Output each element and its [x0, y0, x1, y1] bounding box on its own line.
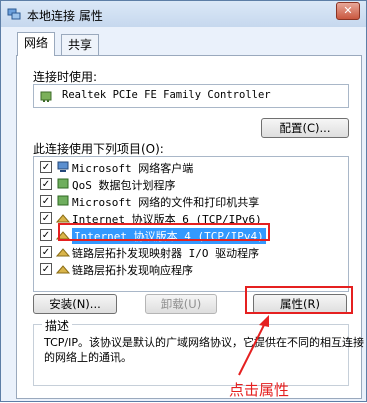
click-properties-annotation: 点击属性	[229, 381, 290, 399]
annotation-arrow	[238, 315, 269, 376]
tab-network[interactable]: 网络	[17, 32, 56, 56]
properties-dialog: 本地连接 属性 ✕ 网络 共享 连接时使用: Realtek PCIe FE F…	[0, 0, 367, 402]
